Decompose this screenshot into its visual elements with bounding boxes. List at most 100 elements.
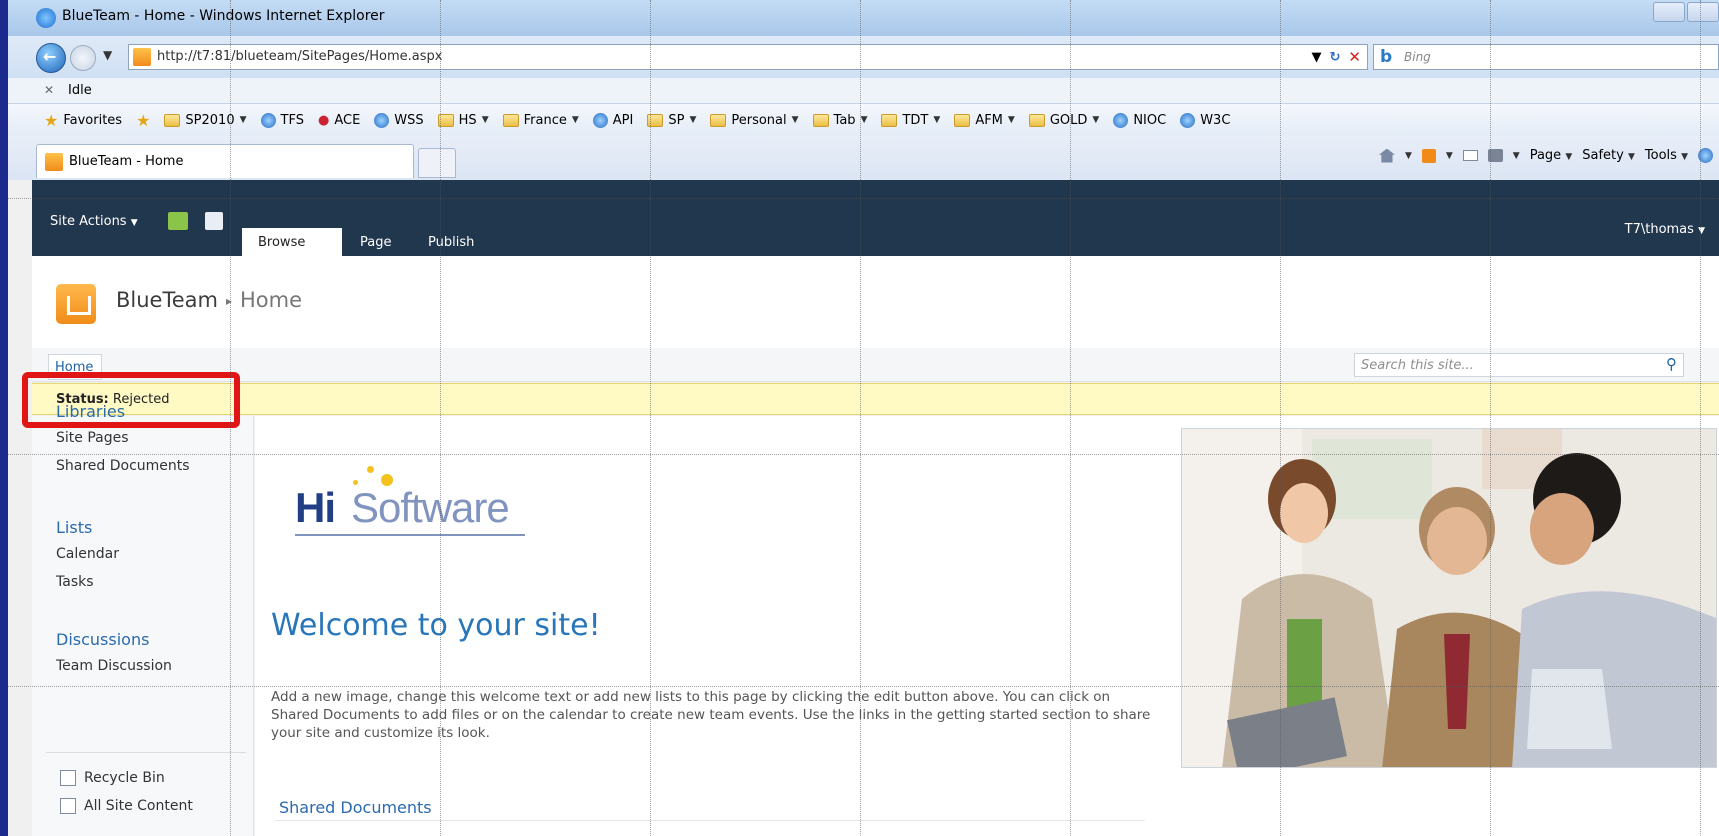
favorite-sp[interactable]: SP ▼ (647, 113, 696, 128)
favorite-api[interactable]: API (592, 112, 634, 128)
address-bar[interactable]: http://t7:81/blueteam/SitePages/Home.asp… (128, 44, 1368, 70)
browser-window: BlueTeam - Home - Windows Internet Explo… (8, 0, 1719, 836)
folder-icon (1028, 113, 1045, 127)
breadcrumb-separator-icon: ▸ (225, 294, 233, 308)
favorite-tab[interactable]: Tab ▼ (812, 113, 867, 128)
tab-publish[interactable]: Publish (428, 235, 474, 250)
favorite-nioc[interactable]: NIOC (1113, 112, 1166, 128)
site-actions-menu[interactable]: Site Actions ▼ (50, 214, 138, 229)
favorite-label: Personal (731, 112, 787, 128)
ql-calendar[interactable]: Calendar (56, 546, 119, 562)
favorite-w3c[interactable]: W3C (1180, 112, 1230, 128)
hisoftware-logo: Hi Software (295, 462, 535, 554)
print-icon[interactable] (1487, 149, 1503, 162)
edit-page-icon[interactable] (205, 212, 223, 230)
close-status-icon[interactable]: ✕ (44, 83, 54, 97)
favorite-personal[interactable]: Personal ▼ (710, 112, 799, 128)
ie-page-icon (1180, 112, 1196, 128)
favorite-tfs[interactable]: TFS (260, 112, 304, 128)
favorite-label: WSS (394, 112, 424, 128)
ql-lists[interactable]: Lists (56, 518, 92, 537)
tab-browse[interactable]: Browse (242, 228, 342, 256)
address-row: ← ▼ http://t7:81/blueteam/SitePages/Home… (8, 36, 1719, 78)
print-dropdown-icon[interactable]: ▼ (1513, 151, 1520, 161)
url-text[interactable]: http://t7:81/blueteam/SitePages/Home.asp… (157, 49, 443, 64)
web-search-box[interactable]: b Bing (1373, 44, 1719, 70)
section-divider (275, 820, 1145, 821)
favorites-button[interactable]: ★ Favorites (44, 111, 122, 130)
ql-team-discussion[interactable]: Team Discussion (56, 658, 172, 674)
favorites-bar: ★ Favorites ★ SP2010 ▼ TFS ● ACE WSS HS ▼ France ▼… (8, 104, 1719, 136)
favorite-ace[interactable]: ● ACE (318, 113, 360, 128)
page-menu[interactable]: Page ▼ (1530, 148, 1573, 163)
favorite-sp2010[interactable]: SP2010 ▼ (164, 112, 247, 128)
site-logo-icon[interactable] (56, 284, 96, 324)
recycle-bin-icon (60, 770, 76, 786)
ie-page-icon (374, 112, 390, 128)
shared-documents-heading[interactable]: Shared Documents (279, 798, 432, 817)
refresh-icon[interactable]: ↻ (1330, 50, 1341, 65)
top-link-bar: Home Search this site... ⚲ (32, 348, 1719, 382)
safety-menu[interactable]: Safety ▼ (1582, 148, 1635, 163)
ql-site-pages[interactable]: Site Pages (56, 430, 129, 446)
favorite-label: France (523, 112, 567, 128)
forward-button[interactable] (70, 45, 96, 71)
folder-icon (881, 113, 898, 127)
minimize-button[interactable] (1653, 2, 1685, 22)
search-icon[interactable]: ⚲ (1666, 355, 1677, 373)
main-content: Hi Software Welcome to your site! Add a … (255, 416, 1719, 836)
ql-shared-documents[interactable]: Shared Documents (56, 458, 190, 474)
home-icon[interactable] (1378, 148, 1395, 163)
favorite-gold[interactable]: GOLD ▼ (1028, 113, 1099, 128)
command-bar: ▼ ▼ ▼ Page ▼ Safety ▼ Tools ▼ (1378, 148, 1719, 163)
favorite-label: HS (458, 112, 477, 128)
site-search-input[interactable]: Search this site... ⚲ (1354, 353, 1684, 377)
chevron-down-icon: ▼ (571, 115, 579, 125)
star-icon: ★ (44, 110, 59, 130)
user-menu[interactable]: T7\thomas ▼ (1625, 222, 1705, 237)
favorites-list: SP2010 ▼ TFS ● ACE WSS HS ▼ France ▼ API SP ▼ Persona… (164, 112, 1230, 128)
home-dropdown-icon[interactable]: ▼ (1405, 151, 1412, 161)
recent-pages-dropdown[interactable]: ▼ (103, 48, 112, 62)
favorite-label: AFM (975, 112, 1003, 128)
address-dropdown-icon[interactable]: ▼ (1312, 50, 1322, 65)
chevron-down-icon: ▼ (481, 115, 489, 125)
favorite-label: TFS (280, 112, 304, 128)
screen-frame: BlueTeam - Home - Windows Internet Explo… (0, 0, 1719, 836)
logo-text-hi: Hi (295, 484, 336, 531)
favorite-label: API (612, 112, 634, 128)
title-bar: BlueTeam - Home - Windows Internet Explo… (8, 0, 1719, 36)
chevron-down-icon: ▼ (689, 115, 697, 125)
tools-menu[interactable]: Tools ▼ (1645, 148, 1688, 163)
favorite-tdt[interactable]: TDT ▼ (881, 113, 940, 128)
help-icon[interactable] (1698, 148, 1713, 163)
feeds-icon[interactable] (1421, 148, 1436, 163)
favorite-wss[interactable]: WSS (374, 112, 424, 128)
breadcrumb-site[interactable]: BlueTeam (116, 288, 218, 312)
site-header: BlueTeam ▸ Home (32, 256, 1719, 348)
add-favorite-icon[interactable]: ★ (136, 111, 150, 130)
ql-discussions[interactable]: Discussions (56, 630, 149, 649)
address-controls: ▼ ↻ ✕ (1312, 45, 1367, 69)
status-row: ✕ Idle (8, 78, 1719, 104)
ql-all-site-content[interactable]: All Site Content (84, 798, 193, 814)
favorite-afm[interactable]: AFM ▼ (954, 113, 1015, 128)
mail-icon[interactable] (1462, 150, 1478, 161)
stop-icon[interactable]: ✕ (1348, 48, 1361, 66)
favorite-label: TDT (902, 112, 929, 128)
back-button[interactable]: ← (36, 43, 66, 73)
add-star-icon: ★ (136, 110, 151, 130)
feeds-dropdown-icon[interactable]: ▼ (1446, 151, 1453, 161)
favorite-france[interactable]: France ▼ (502, 112, 579, 128)
chevron-down-icon: ▼ (1007, 115, 1015, 125)
tab-page[interactable]: Page (360, 235, 391, 250)
ql-tasks[interactable]: Tasks (56, 574, 94, 590)
welcome-title: Welcome to your site! (271, 608, 601, 643)
ql-recycle-bin[interactable]: Recycle Bin (84, 770, 165, 786)
maximize-button[interactable] (1687, 2, 1719, 22)
navigate-up-icon[interactable] (168, 212, 188, 230)
new-tab-button[interactable] (418, 148, 456, 178)
favorite-label: SP2010 (185, 112, 235, 128)
favorite-hs[interactable]: HS ▼ (437, 112, 489, 128)
browser-tab[interactable]: BlueTeam - Home (36, 144, 414, 178)
